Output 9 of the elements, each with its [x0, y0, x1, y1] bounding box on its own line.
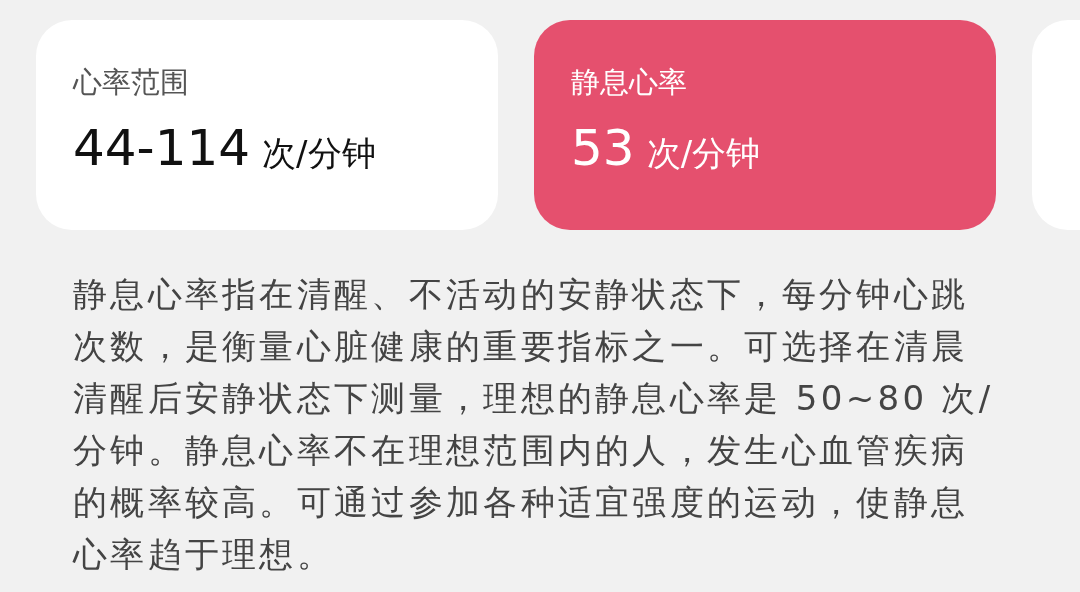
- description-text: 静息心率指在清醒、不活动的安静状态下，每分钟心跳次数，是衡量心脏健康的重要指标之一。可选择在清晨清醒后安静状态下测量，理想的静息心率是 50~80 次/分钟。静息心率不在理想范围内的人，发生心血管疾病的概率较高。可通过参加各种适宜强度的运动，使静息心率趋于理想。: [73, 273, 995, 576]
- metric-value: 44-114: [73, 118, 251, 178]
- metric-card[interactable]: 心率范围 44-114 次/分钟: [36, 20, 498, 230]
- metric-value: 53: [571, 118, 635, 178]
- metric-unit: 次/分钟: [646, 132, 761, 175]
- metric-unit: 次/分钟: [262, 132, 376, 175]
- card-title: 心率范围: [73, 64, 190, 100]
- metric-card[interactable]: 静息心率 53 次/分钟: [534, 20, 996, 230]
- card-title: 静息心率: [571, 64, 688, 100]
